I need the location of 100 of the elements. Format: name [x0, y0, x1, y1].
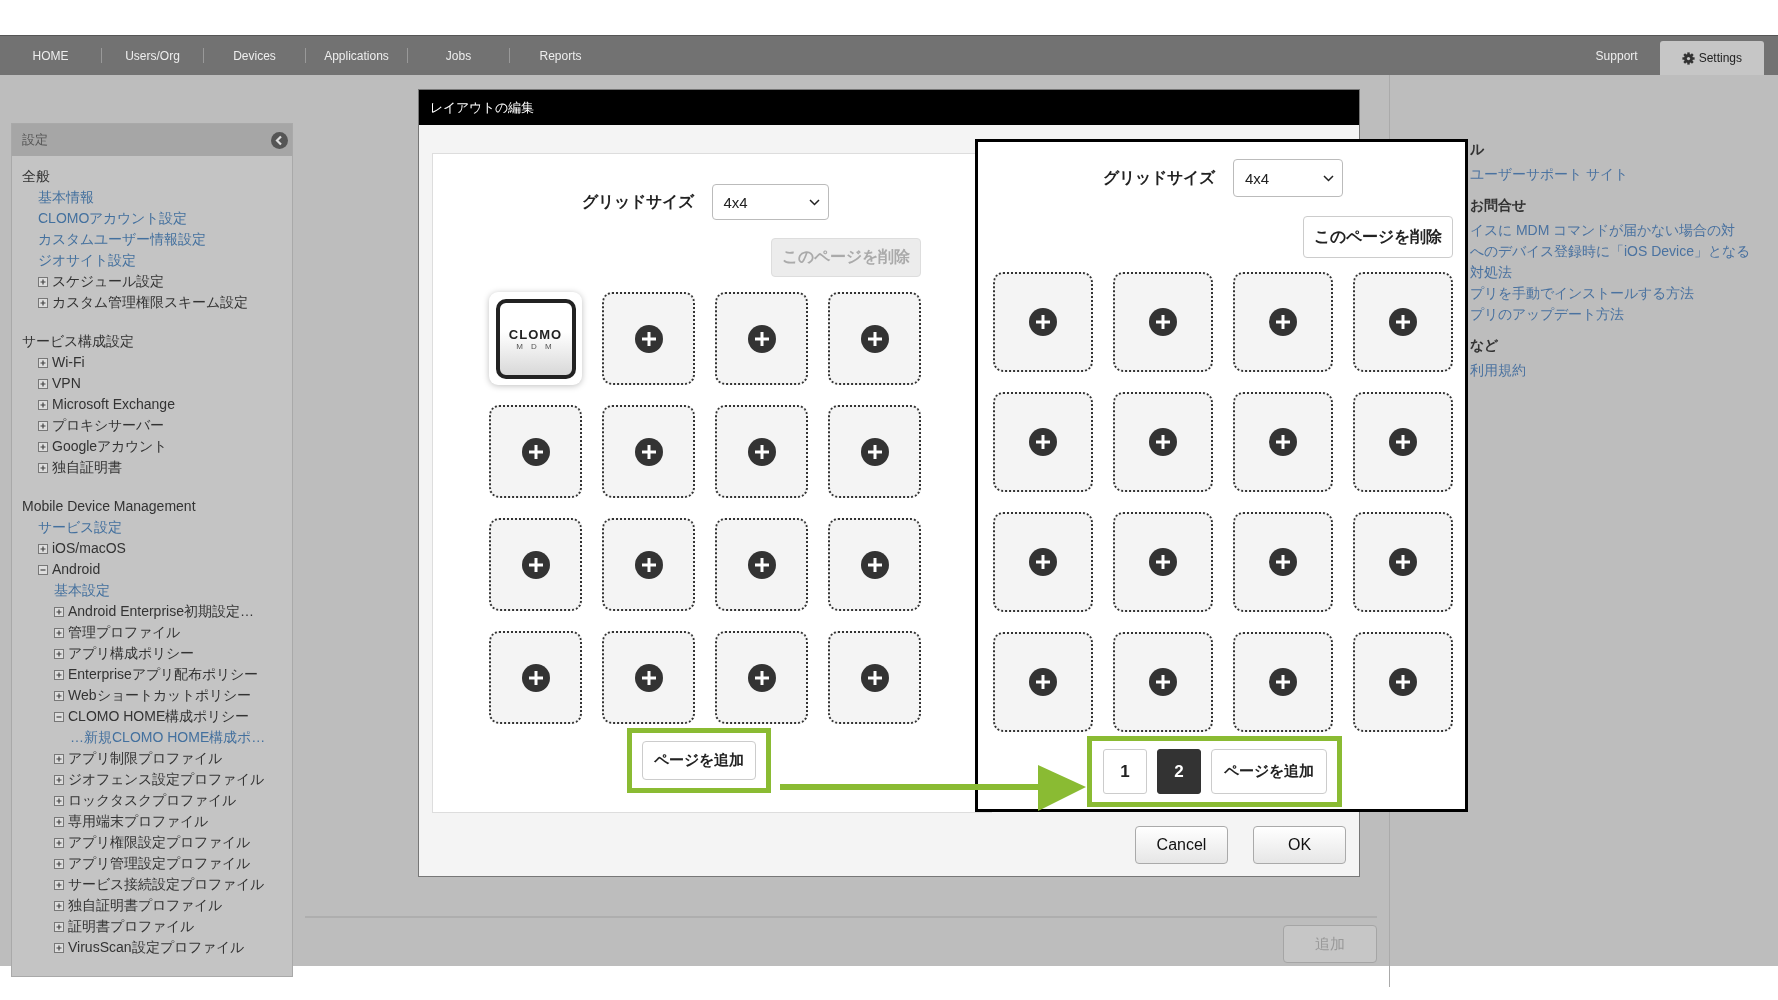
expand-icon[interactable]	[54, 606, 64, 617]
expand-icon[interactable]	[54, 900, 64, 911]
tree-item[interactable]: Googleアカウント	[52, 436, 168, 457]
page-button[interactable]: 1	[1103, 749, 1147, 794]
tree-item[interactable]: 管理プロファイル	[68, 622, 180, 643]
expand-icon[interactable]	[54, 879, 64, 890]
empty-tile[interactable]	[993, 272, 1093, 372]
tree-item[interactable]: VirusScan設定プロファイル	[68, 937, 244, 958]
tree-item[interactable]: VPN	[52, 373, 81, 394]
collapse-icon[interactable]	[38, 564, 48, 575]
empty-tile[interactable]	[715, 518, 808, 611]
empty-tile[interactable]	[993, 392, 1093, 492]
expand-icon[interactable]	[54, 648, 64, 659]
empty-tile[interactable]	[1113, 272, 1213, 372]
tree-item[interactable]: サービス接続設定プロファイル	[68, 874, 264, 895]
empty-tile[interactable]	[828, 518, 921, 611]
tree-item[interactable]: Android Enterprise初期設定…	[68, 601, 254, 622]
back-icon[interactable]	[271, 131, 288, 149]
tree-item[interactable]: アプリ制限プロファイル	[68, 748, 222, 769]
empty-tile[interactable]	[1353, 632, 1453, 732]
nav-tab[interactable]: Devices	[204, 36, 305, 75]
empty-tile[interactable]	[993, 512, 1093, 612]
empty-tile[interactable]	[1113, 392, 1213, 492]
dialog-button[interactable]: Cancel	[1135, 826, 1228, 864]
collapse-icon[interactable]	[54, 711, 64, 722]
empty-tile[interactable]	[715, 631, 808, 724]
expand-icon[interactable]	[38, 399, 48, 410]
tree-item[interactable]: Enterpriseアプリ配布ポリシー	[68, 664, 258, 685]
empty-tile[interactable]	[1233, 632, 1333, 732]
empty-tile[interactable]	[828, 405, 921, 498]
empty-tile[interactable]	[489, 405, 582, 498]
tree-item[interactable]: カスタム管理権限スキーム設定	[52, 292, 248, 313]
tree-item[interactable]: CLOMO HOME構成ポリシー	[68, 706, 250, 727]
empty-tile[interactable]	[828, 292, 921, 385]
expand-icon[interactable]	[54, 669, 64, 680]
expand-icon[interactable]	[54, 921, 64, 932]
empty-tile[interactable]	[1353, 272, 1453, 372]
tree-item[interactable]: スケジュール設定	[52, 271, 164, 292]
empty-tile[interactable]	[1353, 512, 1453, 612]
expand-icon[interactable]	[54, 795, 64, 806]
tree-item[interactable]: 専用端末プロファイル	[68, 811, 208, 832]
empty-tile[interactable]	[602, 631, 695, 724]
expand-icon[interactable]	[38, 543, 48, 554]
expand-icon[interactable]	[54, 690, 64, 701]
nav-tab[interactable]: Support	[1573, 36, 1660, 75]
empty-tile[interactable]	[993, 632, 1093, 732]
dialog-button[interactable]: OK	[1253, 826, 1346, 864]
expand-icon[interactable]	[54, 858, 64, 869]
expand-icon[interactable]	[38, 357, 48, 368]
nav-tab[interactable]: Reports	[510, 36, 611, 75]
empty-tile[interactable]	[602, 405, 695, 498]
expand-icon[interactable]	[38, 462, 48, 473]
add-page-button[interactable]: ページを追加	[642, 741, 756, 780]
expand-icon[interactable]	[38, 378, 48, 389]
delete-page-button[interactable]: このページを削除	[1303, 216, 1453, 258]
nav-tab[interactable]: Jobs	[408, 36, 509, 75]
tree-item[interactable]: Webショートカットポリシー	[68, 685, 251, 706]
grid-size-select[interactable]: 4x4	[711, 184, 829, 220]
tree-item[interactable]: Microsoft Exchange	[52, 394, 175, 415]
app-tile[interactable]: CLOMO M D M	[489, 292, 582, 385]
expand-icon[interactable]	[38, 420, 48, 431]
tree-item[interactable]: ジオフェンス設定プロファイル	[68, 769, 264, 790]
nav-tab[interactable]: Applications	[306, 36, 407, 75]
tree-item[interactable]: アプリ管理設定プロファイル	[68, 853, 250, 874]
empty-tile[interactable]	[828, 631, 921, 724]
tree-item[interactable]: 独自証明書プロファイル	[68, 895, 222, 916]
tree-item[interactable]: アプリ権限設定プロファイル	[68, 832, 250, 853]
nav-tab[interactable]: HOME	[0, 36, 101, 75]
empty-tile[interactable]	[1353, 392, 1453, 492]
expand-icon[interactable]	[38, 276, 48, 287]
tree-item[interactable]: Android	[52, 559, 101, 580]
tree-item[interactable]: iOS/macOS	[52, 538, 126, 559]
tree-item[interactable]: アプリ構成ポリシー	[68, 643, 194, 664]
expand-icon[interactable]	[54, 753, 64, 764]
expand-icon[interactable]	[38, 441, 48, 452]
expand-icon[interactable]	[38, 297, 48, 308]
empty-tile[interactable]	[489, 518, 582, 611]
add-page-button[interactable]: ページを追加	[1211, 749, 1327, 794]
empty-tile[interactable]	[1113, 512, 1213, 612]
empty-tile[interactable]	[602, 518, 695, 611]
nav-tab[interactable]: Users/Org	[102, 36, 203, 75]
empty-tile[interactable]	[489, 631, 582, 724]
expand-icon[interactable]	[54, 816, 64, 827]
tree-item[interactable]: ロックタスクプロファイル	[68, 790, 236, 811]
page-button[interactable]: 2	[1157, 749, 1201, 794]
tree-item[interactable]: 証明書プロファイル	[68, 916, 194, 937]
nav-tab[interactable]: Settings	[1659, 41, 1764, 75]
empty-tile[interactable]	[1113, 632, 1213, 732]
empty-tile[interactable]	[1233, 272, 1333, 372]
expand-icon[interactable]	[54, 774, 64, 785]
empty-tile[interactable]	[715, 405, 808, 498]
empty-tile[interactable]	[1233, 512, 1333, 612]
expand-icon[interactable]	[54, 627, 64, 638]
empty-tile[interactable]	[715, 292, 808, 385]
tree-item[interactable]: プロキシサーバー	[52, 415, 164, 436]
empty-tile[interactable]	[602, 292, 695, 385]
expand-icon[interactable]	[54, 837, 64, 848]
tree-item[interactable]: 独自証明書	[52, 457, 122, 478]
grid-size-select[interactable]: 4x4	[1233, 159, 1343, 197]
tree-item[interactable]: Wi-Fi	[52, 352, 85, 373]
